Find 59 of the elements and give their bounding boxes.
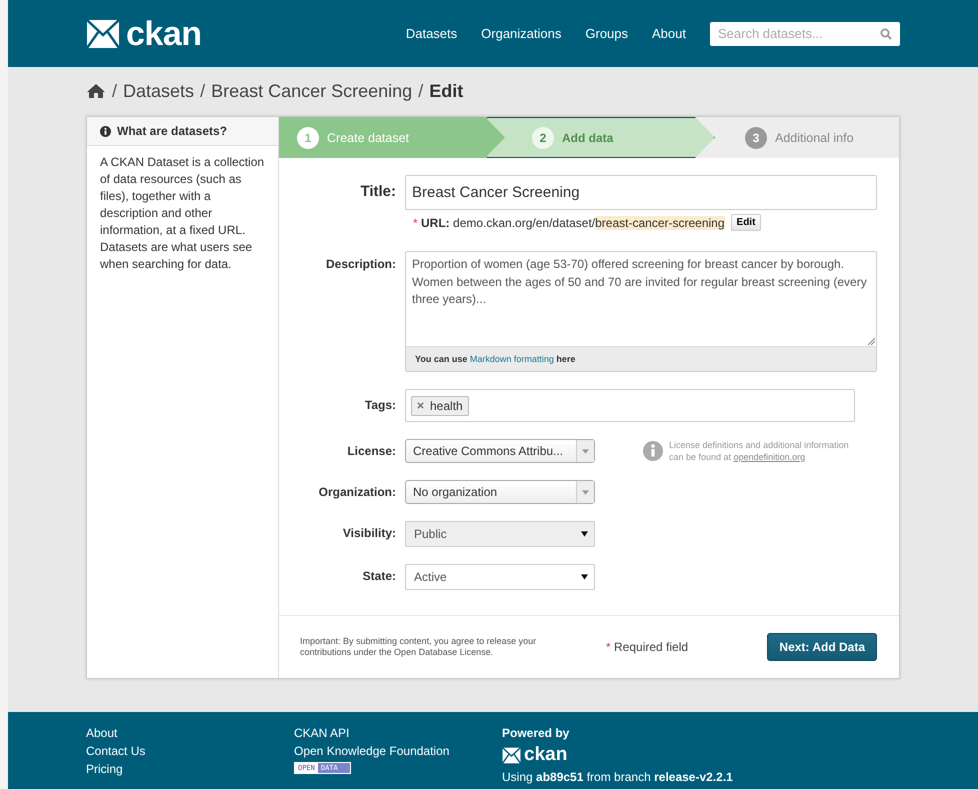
next-button[interactable]: Next: Add Data — [767, 633, 877, 661]
footer-link[interactable]: Open Knowledge Foundation — [294, 744, 450, 758]
select-field[interactable]: Active — [405, 564, 595, 590]
sidebar-text: A CKAN Dataset is a collection of data resources (such as files), together with a description and other information, at a fixed URL. Datasets are what users see when searching for data. — [100, 154, 265, 273]
logo-text[interactable]: ckan — [524, 744, 568, 766]
search-icon[interactable] — [880, 28, 892, 40]
breadcrumb-link[interactable]: Breast Cancer Screening — [211, 80, 412, 102]
tag-chip[interactable]: health — [411, 396, 469, 416]
home-icon[interactable] — [86, 83, 106, 99]
stage-step: 2 Add data — [485, 117, 715, 158]
search-field[interactable]: Search datasets... — [710, 22, 900, 46]
breadcrumb-separator: / — [112, 80, 118, 102]
opendefinition-link[interactable]: opendefinition.org — [734, 452, 806, 462]
field-label: License: — [346, 443, 397, 458]
tags-field[interactable]: health — [405, 389, 855, 422]
nav-link[interactable]: Datasets — [406, 26, 458, 41]
field-label: State: — [362, 568, 397, 583]
version-text: Using ab89c51 from branch release-v2.2.1 — [502, 770, 733, 784]
logo-text[interactable]: ckan — [126, 16, 202, 50]
powered-by-label: Powered by — [502, 726, 570, 740]
footer-link[interactable]: Pricing — [86, 762, 123, 776]
dropdown[interactable]: No organization — [405, 480, 595, 504]
stage-step: 1 Create dataset — [279, 117, 505, 158]
field-label: Tags: — [364, 397, 397, 412]
nav-link[interactable]: About — [652, 26, 686, 41]
markdown-hint: You can use Markdown formatting here — [415, 354, 576, 364]
nav-link[interactable]: Groups — [585, 26, 628, 41]
footer-link[interactable]: About — [86, 726, 118, 740]
logo-icon[interactable] — [86, 18, 120, 48]
breadcrumb-separator: / — [418, 80, 424, 102]
markdown-link[interactable]: Markdown formatting — [470, 354, 554, 364]
breadcrumb-separator: / — [200, 80, 206, 102]
logo-icon[interactable] — [502, 746, 521, 764]
info-icon — [100, 126, 111, 136]
caret-icon — [581, 531, 588, 537]
field-label: Description: — [324, 256, 397, 271]
required-note: * Required field — [606, 640, 688, 654]
remove-icon[interactable] — [417, 402, 424, 409]
field-label: Title: — [359, 182, 397, 200]
license-notice: Important: By submitting content, you agree to release your contributions under the Open Database License. — [300, 636, 538, 658]
dropdown[interactable]: Creative Commons Attribu... — [405, 439, 595, 463]
title-field[interactable]: Breast Cancer Screening — [405, 175, 877, 210]
caret-icon — [581, 574, 588, 580]
info-icon — [643, 441, 663, 461]
resize-handle-icon[interactable] — [867, 337, 875, 345]
breadcrumb-link[interactable]: Edit — [429, 80, 464, 102]
license-note: License definitions and additional information can be found at opendefinition.org — [669, 439, 850, 463]
breadcrumb-link[interactable]: Datasets — [123, 80, 194, 102]
sidebar-title: What are datasets? — [117, 124, 228, 138]
field-label: Organization: — [318, 484, 397, 499]
description-field[interactable]: Proportion of women (age 53-70) offered screening for breast cancer by borough. Women between the ages of 50 and 70 are invited for regular breast screening (every three years)... — [406, 252, 876, 346]
edit-button[interactable]: Edit — [730, 214, 762, 231]
field-label: Visibility: — [342, 525, 397, 540]
caret-icon — [582, 448, 589, 454]
caret-icon — [582, 490, 589, 494]
nav-link[interactable]: Organizations — [481, 26, 562, 41]
url-text: * URL: demo.ckan.org/en/dataset/breast-cancer-screening — [413, 216, 725, 230]
footer-link[interactable]: Contact Us — [86, 744, 146, 758]
footer-link[interactable]: CKAN API — [294, 726, 350, 740]
